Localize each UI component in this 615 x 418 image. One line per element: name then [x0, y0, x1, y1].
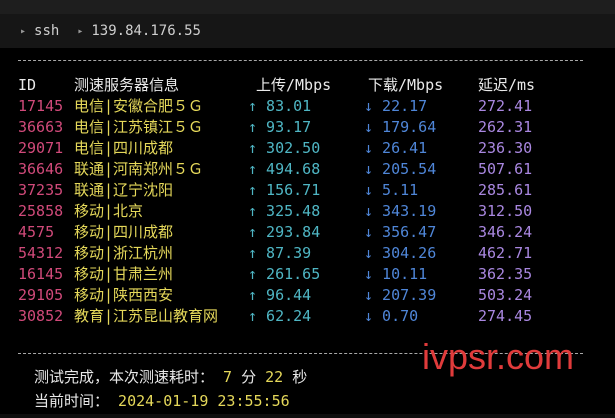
table-row: 16145 移动|甘肃兰州 ↑ 261.65 ↓ 10.11 362.35 [0, 264, 615, 285]
cell-server: 移动|陕西西安 [74, 286, 174, 304]
cell-upload: ↑ 293.84 [248, 223, 321, 241]
table-row: 17145 电信|安徽合肥５Ｇ ↑ 83.01 ↓ 22.17 272.41 [0, 96, 615, 117]
cell-id: 25858 [18, 202, 64, 220]
cell-latency: 462.71 [478, 244, 533, 262]
table-header: ID 测速服务器信息 上传/Mbps 下载/Mbps 延迟/ms [0, 75, 615, 96]
table-row: 36646 联通|河南郑州５Ｇ ↑ 494.68 ↓ 205.54 507.61 [0, 159, 615, 180]
cell-id: 36663 [18, 118, 64, 136]
window-titlebar [0, 0, 615, 14]
terminal-tab-bar: ▸ ssh ▸ 139.84.176.55 [0, 14, 615, 48]
cell-id: 16145 [18, 265, 64, 283]
cell-latency: 362.35 [478, 265, 533, 283]
divider-top [18, 60, 583, 61]
table-row: 4575 移动|四川成都 ↑ 293.84 ↓ 356.47 346.24 [0, 222, 615, 243]
cell-id: 30852 [18, 307, 64, 325]
cell-upload: ↑ 302.50 [248, 139, 321, 157]
table-row: 36663 电信|江苏镇江５Ｇ ↑ 93.17 ↓ 179.64 262.31 [0, 117, 615, 138]
cell-latency: 272.41 [478, 97, 533, 115]
cell-download: ↓ 5.11 [364, 181, 419, 199]
cell-server: 移动|北京 [74, 202, 144, 220]
seconds-unit: 秒 [292, 368, 308, 386]
cell-latency: 503.24 [478, 286, 533, 304]
tab-host[interactable]: 139.84.176.55 [91, 23, 201, 39]
duration-minutes: 7 [223, 368, 233, 386]
cell-server: 电信|江苏镇江５Ｇ [74, 118, 204, 136]
test-duration-line: 测试完成，本次测速耗时： 7 分 22 秒 [34, 366, 307, 387]
cell-upload: ↑ 62.24 [248, 307, 312, 325]
cell-server: 移动|四川成都 [74, 223, 174, 241]
scrollbar[interactable] [607, 108, 615, 418]
cell-latency: 507.61 [478, 160, 533, 178]
cell-upload: ↑ 156.71 [248, 181, 321, 199]
watermark-logo: ivpsr.com [422, 336, 575, 377]
cell-upload: ↑ 93.17 [248, 118, 312, 136]
cell-id: 54312 [18, 244, 64, 262]
cell-server: 联通|河南郑州５Ｇ [74, 160, 204, 178]
cell-id: 17145 [18, 97, 64, 115]
cell-id: 4575 [18, 223, 55, 241]
cell-server: 教育|江苏昆山教育网 [74, 307, 219, 325]
cell-server: 电信|四川成都 [74, 139, 174, 157]
header-id: ID [18, 76, 37, 94]
table-row: 29105 移动|陕西西安 ↑ 96.44 ↓ 207.39 503.24 [0, 285, 615, 306]
cell-id: 29071 [18, 139, 64, 157]
cell-server: 移动|浙江杭州 [74, 244, 174, 262]
cell-download: ↓ 304.26 [364, 244, 437, 262]
cell-download: ↓ 10.11 [364, 265, 428, 283]
cell-download: ↓ 179.64 [364, 118, 437, 136]
cell-latency: 346.24 [478, 223, 533, 241]
current-timestamp: 2024-01-19 23:55:56 [118, 392, 290, 410]
header-download: 下载/Mbps [368, 76, 444, 94]
time-label: 当前时间： [34, 392, 110, 410]
cell-latency: 262.31 [478, 118, 533, 136]
cell-upload: ↑ 96.44 [248, 286, 312, 304]
table-row: 29071 电信|四川成都 ↑ 302.50 ↓ 26.41 236.30 [0, 138, 615, 159]
table-row: 54312 移动|浙江杭州 ↑ 87.39 ↓ 304.26 462.71 [0, 243, 615, 264]
cell-server: 联通|辽宁沈阳 [74, 181, 174, 199]
cell-download: ↓ 0.70 [364, 307, 419, 325]
cell-download: ↓ 356.47 [364, 223, 437, 241]
cell-upload: ↑ 325.48 [248, 202, 321, 220]
cell-latency: 285.61 [478, 181, 533, 199]
cell-id: 36646 [18, 160, 64, 178]
cell-latency: 312.50 [478, 202, 533, 220]
cell-download: ↓ 205.54 [364, 160, 437, 178]
table-row: 25858 移动|北京 ↑ 325.48 ↓ 343.19 312.50 [0, 201, 615, 222]
cell-upload: ↑ 87.39 [248, 244, 312, 262]
chevron-right-icon: ▸ [77, 25, 84, 37]
cell-upload: ↑ 494.68 [248, 160, 321, 178]
cell-upload: ↑ 261.65 [248, 265, 321, 283]
cell-download: ↓ 343.19 [364, 202, 437, 220]
duration-seconds: 22 [265, 368, 284, 386]
header-upload: 上传/Mbps [256, 76, 332, 94]
tab-ssh[interactable]: ssh [34, 23, 59, 39]
cell-server: 移动|甘肃兰州 [74, 265, 174, 283]
header-latency: 延迟/ms [478, 76, 536, 94]
table-row: 30852 教育|江苏昆山教育网 ↑ 62.24 ↓ 0.70 274.45 [0, 306, 615, 327]
cell-download: ↓ 207.39 [364, 286, 437, 304]
cell-download: ↓ 22.17 [364, 97, 428, 115]
cell-latency: 274.45 [478, 307, 533, 325]
cell-server: 电信|安徽合肥５Ｇ [74, 97, 204, 115]
cell-id: 29105 [18, 286, 64, 304]
cell-latency: 236.30 [478, 139, 533, 157]
cell-upload: ↑ 83.01 [248, 97, 312, 115]
chevron-right-icon: ▸ [20, 25, 27, 37]
minutes-unit: 分 [241, 368, 257, 386]
current-time-line: 当前时间： 2024-01-19 23:55:56 [34, 390, 290, 411]
cell-download: ↓ 26.41 [364, 139, 428, 157]
header-server: 测速服务器信息 [74, 76, 180, 94]
cell-id: 37235 [18, 181, 64, 199]
duration-label: 测试完成，本次测速耗时： [34, 368, 215, 386]
table-row: 37235 联通|辽宁沈阳 ↑ 156.71 ↓ 5.11 285.61 [0, 180, 615, 201]
